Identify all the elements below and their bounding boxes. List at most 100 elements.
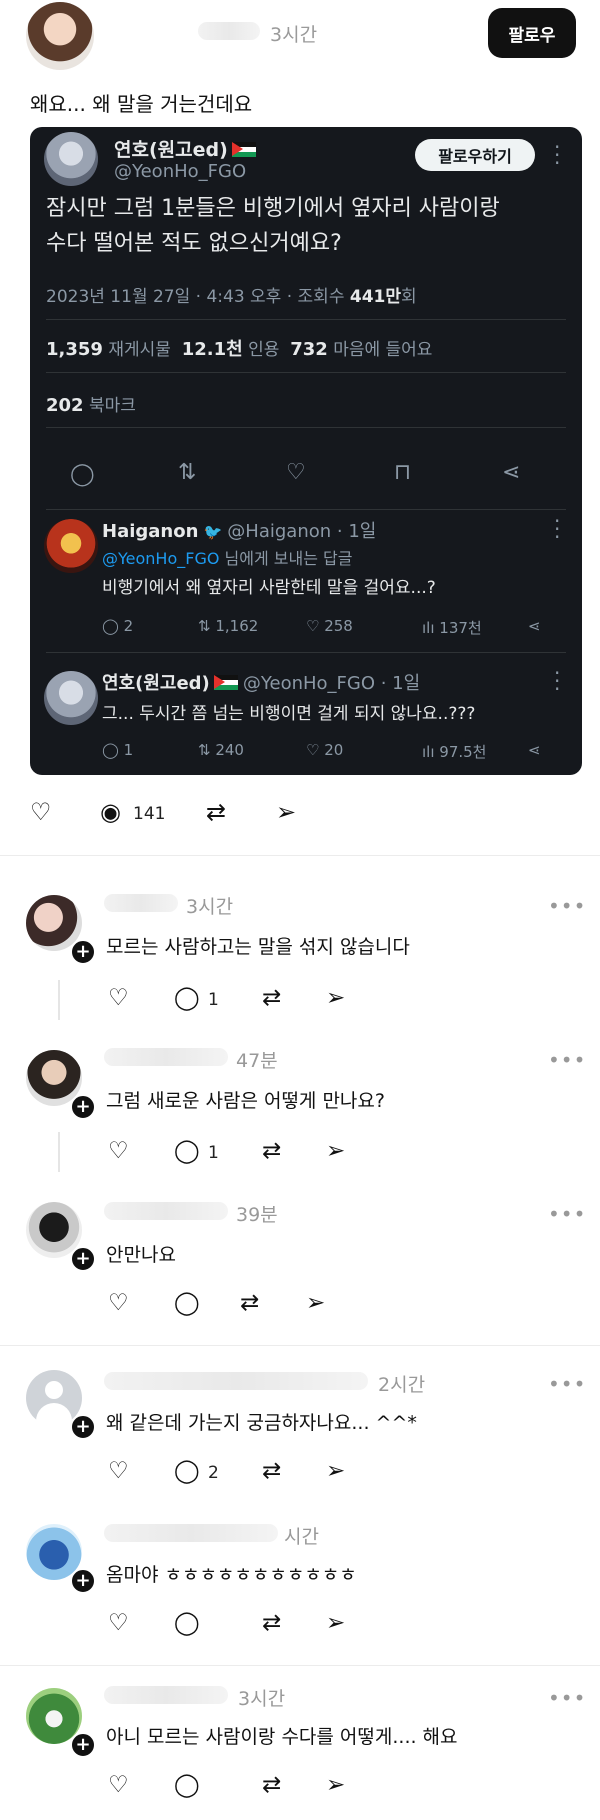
tweet-meta: 2023년 11월 27일 · 4:43 오후 · 조회수 441만회 — [46, 282, 417, 307]
commenter-name-blurred[interactable] — [104, 1202, 228, 1220]
divider — [46, 427, 566, 428]
comment-repost-button[interactable]: ⇄ — [262, 1138, 281, 1164]
comment-repost-button[interactable]: ⇄ — [262, 1458, 281, 1484]
quote-label: 인용 — [248, 340, 280, 360]
comment-reply-button[interactable]: ◯ — [174, 1610, 200, 1636]
commenter-name-blurred[interactable] — [104, 1372, 368, 1390]
comment-text: 그럼 새로운 사람은 어떻게 만나요? — [106, 1090, 385, 1112]
follow-plus-icon[interactable]: + — [70, 1094, 96, 1120]
comment-reply-button[interactable]: ◯ — [174, 1138, 200, 1164]
comment-text: 왜 같은데 가는지 궁금하자나요... ^^* — [106, 1412, 417, 1434]
bookmark-count: 202 — [46, 395, 84, 416]
more-options-icon[interactable]: ••• — [548, 1372, 586, 1396]
retweet-label: 재게시물 — [108, 340, 171, 360]
comment-repost-button[interactable]: ⇄ — [262, 985, 281, 1011]
comment-share-button[interactable]: ➢ — [326, 985, 345, 1011]
comment-repost-button[interactable]: ⇄ — [262, 1772, 281, 1798]
follow-plus-icon[interactable]: + — [70, 939, 96, 965]
tweet-author-avatar — [44, 132, 98, 186]
comment-time: 3시간 — [238, 1688, 286, 1710]
commenter-name-blurred[interactable] — [104, 894, 178, 912]
commenter-name-blurred[interactable] — [104, 1686, 228, 1704]
bookmark-label: 북마크 — [88, 396, 136, 416]
author-avatar[interactable] — [26, 2, 94, 70]
commenter-name-blurred[interactable] — [104, 1048, 228, 1066]
comment-repost-button[interactable]: ⇄ — [240, 1290, 259, 1316]
reply-avatar-yeonho — [44, 671, 98, 725]
reply-to-line: @YeonHo_FGO 님에게 보내는 답글 — [102, 545, 352, 569]
comment-reply-button[interactable]: ◯ — [174, 1458, 200, 1484]
comment-repost-button[interactable]: ⇄ — [262, 1610, 281, 1636]
comment-share-button[interactable]: ➢ — [326, 1610, 345, 1636]
tweet-views: 441만 — [349, 287, 402, 307]
comment-text: 모르는 사람하고는 말을 섞지 않습니다 — [106, 936, 410, 958]
reply-name: Haiganon — [102, 521, 199, 542]
tweet-author-name: 연호(원고ed) — [114, 139, 228, 161]
reply-more-icon: · · · — [554, 509, 561, 549]
author-name-blurred[interactable] — [198, 22, 260, 40]
more-options-icon[interactable]: ••• — [548, 1048, 586, 1072]
more-options-icon[interactable]: ••• — [548, 894, 586, 918]
reply-body: 그... 두시간 쯤 넘는 비행이면 걸게 되지 않나요..??? — [102, 704, 476, 724]
follow-plus-icon[interactable]: + — [70, 1414, 96, 1440]
comment-reply-count: 1 — [208, 990, 219, 1010]
comment-share-button[interactable]: ➢ — [306, 1290, 325, 1316]
post-text: 왜요... 왜 말을 거는건데요 — [30, 92, 253, 116]
comment-like-button[interactable]: ♡ — [108, 1610, 129, 1636]
retweet-icon: ⇅ — [178, 460, 197, 485]
reply-body: 비행기에서 왜 옆자리 사람한테 말을 걸어요...? — [102, 578, 436, 598]
like-button[interactable]: ♡ — [30, 798, 52, 826]
follow-plus-icon[interactable]: + — [70, 1732, 96, 1758]
share-icon: ⋖ — [502, 460, 521, 485]
repost-button[interactable]: ⇄ — [206, 798, 226, 826]
comment-text: 안만나요 — [106, 1244, 176, 1266]
share-button[interactable]: ➢ — [276, 798, 296, 826]
comment-reply-count: 1 — [208, 1143, 219, 1163]
follow-button[interactable]: 팔로우 — [488, 8, 576, 58]
thread-line — [58, 980, 60, 1020]
bookmark-stats: 202 북마크 — [46, 391, 136, 416]
comment-reply-button[interactable]: ◯ — [174, 985, 200, 1011]
reply-to-suffix: 님에게 보내는 답글 — [219, 549, 353, 568]
divider — [46, 319, 566, 320]
comment-like-button[interactable]: ♡ — [108, 1772, 129, 1798]
reply-share-icon: ⋖ — [528, 617, 541, 635]
reply-reply-count: ◯ 2 — [102, 617, 134, 635]
reply-icon: ◯ — [70, 462, 95, 487]
commenter-name-blurred[interactable] — [104, 1524, 278, 1542]
comment-like-button[interactable]: ♡ — [108, 1458, 129, 1484]
follow-plus-icon[interactable]: + — [70, 1246, 96, 1272]
comment-like-button[interactable]: ♡ — [108, 985, 129, 1011]
comment-icon[interactable]: ◉ — [100, 798, 121, 826]
more-options-icon[interactable]: ••• — [548, 1202, 586, 1226]
comment-like-button[interactable]: ♡ — [108, 1290, 129, 1316]
comment-like-button[interactable]: ♡ — [108, 1138, 129, 1164]
tweet-author-handle: @YeonHo_FGO — [114, 161, 247, 182]
comment-share-button[interactable]: ➢ — [326, 1458, 345, 1484]
reply-header: Haiganon 🐦 @Haiganon · 1일 — [102, 517, 376, 543]
comment-reply-count: 2 — [208, 1463, 219, 1483]
tweet-date: 2023년 11월 27일 · 4:43 오후 · 조회수 — [46, 287, 345, 307]
tweet-stats: 1,359 재게시물 12.1천 인용 732 마음에 들어요 — [46, 335, 432, 361]
embedded-tweet-card[interactable]: 연호(원고ed) @YeonHo_FGO 팔로우하기 · · · 잠시만 그럼 1분… — [30, 127, 582, 775]
bookmark-icon: ⊓ — [394, 460, 412, 485]
comment-text: 옴마야 ㅎㅎㅎㅎㅎㅎㅎㅎㅎㅎㅎ — [106, 1564, 357, 1586]
tweet-body-line-2: 수다 떨어본 적도 없으신거예요? — [46, 231, 342, 256]
post-time: 3시간 — [270, 24, 318, 46]
twitter-bird-icon: 🐦 — [203, 523, 223, 541]
comment-text: 아니 모르는 사람이랑 수다를 어떻게.... 해요 — [106, 1726, 458, 1748]
palestine-flag-icon — [231, 142, 256, 157]
comment-reply-button[interactable]: ◯ — [174, 1290, 200, 1316]
reply-retweet-count: ⇅ 240 — [198, 741, 244, 759]
comment-reply-button[interactable]: ◯ — [174, 1772, 200, 1798]
follow-plus-icon[interactable]: + — [70, 1568, 96, 1594]
like-icon: ♡ — [286, 460, 306, 485]
tweet-body-line-1: 잠시만 그럼 1분들은 비행기에서 옆자리 사람이랑 — [46, 196, 500, 221]
reply-reply-count: ◯ 1 — [102, 741, 134, 759]
palestine-flag-icon — [213, 675, 238, 690]
comment-share-button[interactable]: ➢ — [326, 1138, 345, 1164]
comment-time: 39분 — [236, 1204, 278, 1226]
more-options-icon[interactable]: ••• — [548, 1686, 586, 1710]
comment-share-button[interactable]: ➢ — [326, 1772, 345, 1798]
separator — [0, 855, 600, 856]
